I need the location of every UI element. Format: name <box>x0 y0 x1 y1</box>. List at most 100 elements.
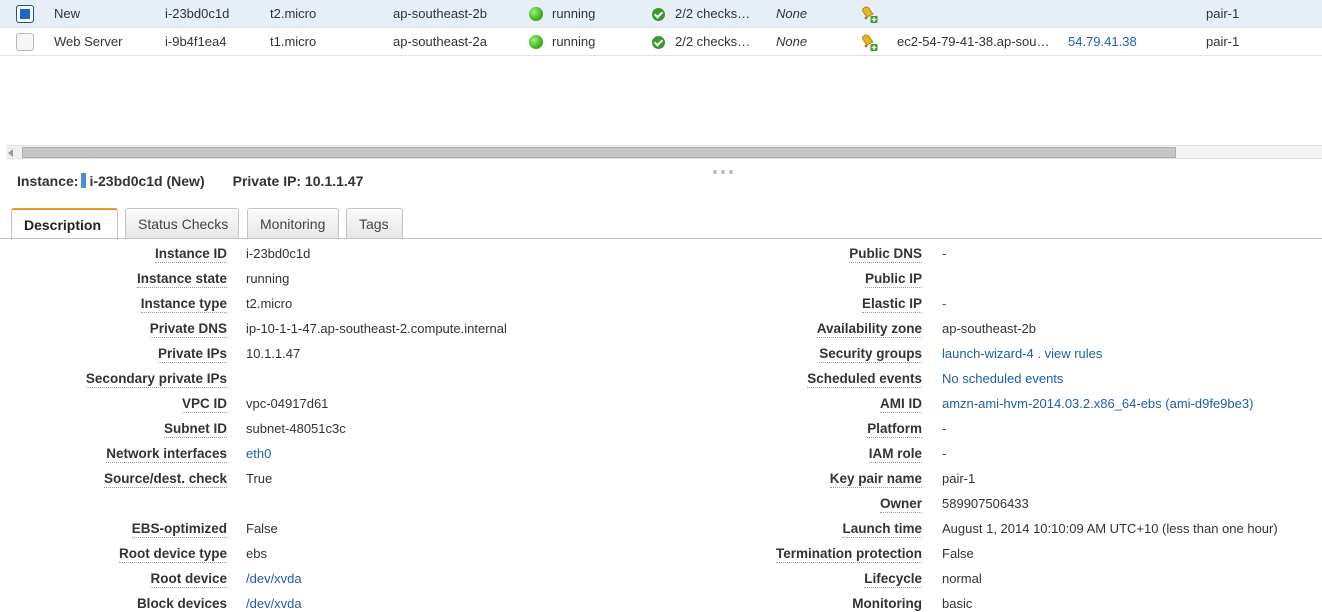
description-row: Lifecycle normal <box>0 566 1322 591</box>
field-label-text: Owner <box>879 496 922 513</box>
field-label-text: Monitoring <box>852 596 922 612</box>
field-value: normal <box>942 571 982 586</box>
field-label-text: Launch time <box>842 521 922 538</box>
description-row: Termination protection False <box>0 541 1322 566</box>
instances-table: New i-23bd0c1d t2.micro ap-southeast-2b … <box>0 0 1322 56</box>
field-label-text: Security groups <box>819 346 922 363</box>
instance-value: i-23bd0c1d (New) <box>89 173 205 189</box>
field-label-text: Scheduled events <box>807 371 922 388</box>
description-row: Public DNS - <box>0 241 1322 266</box>
field-label: Public DNS <box>849 241 922 266</box>
field-value[interactable]: launch-wizard-4 . view rules <box>942 341 1102 366</box>
description-row: Owner 589907506433 <box>0 491 1322 516</box>
field-label: Monitoring <box>852 591 922 612</box>
field-value: - <box>942 446 947 461</box>
status-check-ok-icon <box>652 36 665 49</box>
field-label: Lifecycle <box>864 566 922 591</box>
field-value[interactable]: No scheduled events <box>942 366 1063 391</box>
row-checkbox[interactable] <box>16 33 34 51</box>
field-label: Key pair name <box>829 466 922 491</box>
add-alarm-icon[interactable] <box>860 5 878 23</box>
description-row: Availability zone ap-southeast-2b <box>0 316 1322 341</box>
status-checks[interactable]: 2/2 checks… <box>675 28 750 56</box>
tab-status-checks[interactable]: Status Checks <box>125 208 239 239</box>
horizontal-scrollbar[interactable] <box>6 145 1322 159</box>
table-row[interactable]: New i-23bd0c1d t2.micro ap-southeast-2b … <box>0 0 1322 28</box>
description-row: Key pair name pair-1 <box>0 466 1322 491</box>
tab-tags[interactable]: Tags <box>346 208 403 239</box>
description-row: Security groups launch-wizard-4 . view ru… <box>0 341 1322 366</box>
instance-type: t2.micro <box>270 6 317 21</box>
field-label: Public IP <box>864 266 922 291</box>
field-label: Security groups <box>819 341 922 366</box>
field-label: Termination protection <box>775 541 922 566</box>
alarm-status: None <box>776 6 808 21</box>
status-checks[interactable]: 2/2 checks… <box>675 0 750 28</box>
private-ip-label: Private IP: <box>232 173 302 189</box>
table-row[interactable]: Web Server i-9b4f1ea4 t1.micro ap-southe… <box>0 28 1322 56</box>
instance-details-header: Instance: i-23bd0c1d (New) Private IP: 10.… <box>17 171 363 191</box>
public-ip[interactable]: 54.79.41.38 <box>1068 28 1137 56</box>
resize-grip-icon[interactable] <box>713 162 741 174</box>
description-row: IAM role - <box>0 441 1322 466</box>
availability-zone: ap-southeast-2a <box>393 34 487 49</box>
field-value[interactable]: amzn-ami-hvm-2014.03.2.x86_64-ebs (ami-d… <box>942 391 1253 416</box>
field-label: Platform <box>867 416 922 441</box>
instance-state: running <box>552 34 596 49</box>
tab-monitoring[interactable]: Monitoring <box>247 208 339 239</box>
field-label: Owner <box>879 491 922 516</box>
field-label: Scheduled events <box>807 366 922 391</box>
instance-name: Web Server <box>54 34 123 49</box>
add-alarm-icon[interactable] <box>860 33 878 51</box>
key-name: pair-1 <box>1206 6 1240 21</box>
instance-state: running <box>552 6 596 21</box>
field-label-text: Key pair name <box>829 471 922 488</box>
field-value: - <box>942 421 947 436</box>
instance-id: i-9b4f1ea4 <box>165 34 227 49</box>
field-label-text: Elastic IP <box>861 296 922 313</box>
field-value: - <box>942 246 947 261</box>
field-label-text: Public DNS <box>849 246 922 263</box>
description-row: Launch time August 1, 2014 10:10:09 AM UT… <box>0 516 1322 541</box>
instance-id: i-23bd0c1d <box>165 6 230 21</box>
key-name: pair-1 <box>1206 34 1240 49</box>
row-checkbox[interactable] <box>16 5 34 23</box>
description-row: Public IP <box>0 266 1322 291</box>
description-row: AMI ID amzn-ami-hvm-2014.03.2.x86_64-ebs … <box>0 391 1322 416</box>
field-label: AMI ID <box>880 391 922 416</box>
scroll-left-arrow-icon[interactable] <box>8 149 13 157</box>
field-value: 589907506433 <box>942 496 1029 511</box>
field-label-text: AMI ID <box>880 396 922 413</box>
field-label-text: Termination protection <box>775 546 922 563</box>
field-value[interactable]: - <box>942 291 946 316</box>
field-label: Launch time <box>842 516 922 541</box>
description-row: Elastic IP - <box>0 291 1322 316</box>
field-label: Availability zone <box>816 316 922 341</box>
instance-tag-icon <box>81 173 87 188</box>
field-label: Elastic IP <box>861 291 922 316</box>
field-value: ap-southeast-2b <box>942 321 1036 336</box>
private-ip-value: 10.1.1.47 <box>304 173 364 189</box>
field-label-text: Lifecycle <box>864 571 922 588</box>
field-value: False <box>942 546 974 561</box>
running-status-icon <box>529 35 543 49</box>
tabs-divider <box>0 238 1322 239</box>
field-value: basic <box>942 596 973 611</box>
status-check-ok-icon <box>652 8 665 21</box>
field-label-text: Platform <box>867 421 922 438</box>
field-label-text: Availability zone <box>816 321 922 338</box>
scrollbar-thumb[interactable] <box>22 147 1176 158</box>
field-label-text: IAM role <box>868 446 922 463</box>
field-label: IAM role <box>868 441 922 466</box>
availability-zone: ap-southeast-2b <box>393 6 487 21</box>
field-value: pair-1 <box>942 471 976 486</box>
alarm-status: None <box>776 34 808 49</box>
field-label-text: Public IP <box>864 271 922 288</box>
running-status-icon <box>529 7 543 21</box>
instance-type: t1.micro <box>270 34 317 49</box>
public-dns: ec2-54-79-41-38.ap-sou… <box>897 34 1050 49</box>
description-row: Scheduled events No scheduled events <box>0 366 1322 391</box>
instance-label: Instance: <box>17 173 79 189</box>
tab-description[interactable]: Description <box>11 208 118 240</box>
field-value: August 1, 2014 10:10:09 AM UTC+10 (less … <box>942 521 1278 536</box>
